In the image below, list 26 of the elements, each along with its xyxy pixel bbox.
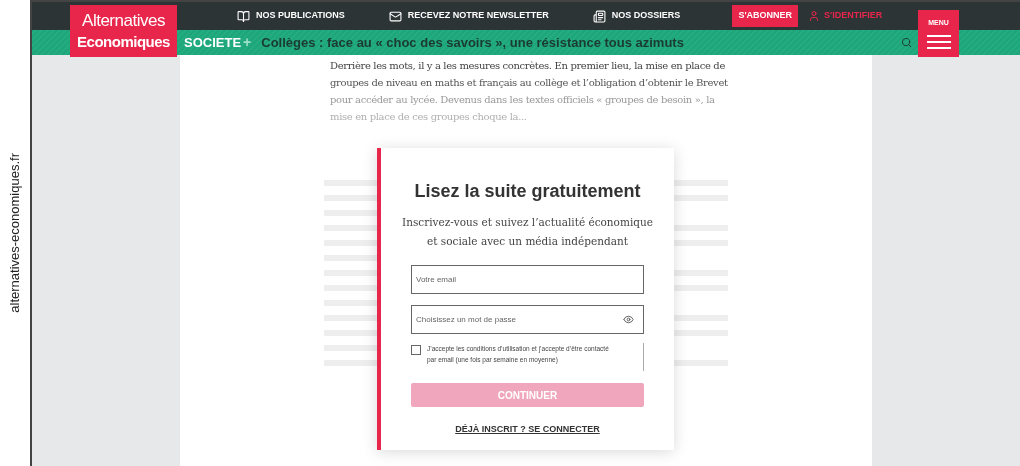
article-text: groupes de niveau en maths et français au collège et l’obligation d’obtenir le Brevet bbox=[330, 76, 729, 90]
search-icon[interactable] bbox=[901, 37, 912, 48]
nav-link[interactable]: NOS PUBLICATIONS bbox=[237, 9, 345, 23]
article-text: pour accéder au lycée. Devenus dans les textes officiels « groupes de besoin », la bbox=[330, 93, 716, 107]
subscribe-button[interactable]: S'ABONNER bbox=[732, 5, 799, 27]
login-link[interactable]: S'IDENTIFIER bbox=[808, 9, 883, 23]
caption: alternatives-economiques.fr bbox=[6, 153, 24, 313]
logo[interactable]: Alternatives Economiques bbox=[70, 5, 177, 57]
nav-link[interactable]: NOS DOSSIERS bbox=[592, 9, 681, 23]
mail-icon bbox=[388, 9, 402, 23]
eye-icon[interactable] bbox=[623, 314, 634, 325]
login-link[interactable]: DÉJÀ INSCRIT ? SE CONNECTER bbox=[455, 423, 600, 437]
book-icon bbox=[237, 9, 250, 23]
card-title: Lisez la suite gratuitement bbox=[414, 180, 641, 203]
card-subtitle: Inscrivez-vous et suivez l’actualité économique et sociale avec un média indépendant bbox=[401, 215, 654, 249]
email-field[interactable]: Votre email bbox=[411, 265, 644, 294]
menu-icon bbox=[926, 34, 951, 49]
consent-checkbox[interactable] bbox=[411, 345, 421, 355]
article-headline: Collèges : face au « choc des savoirs », une résistance tous azimuts bbox=[261, 33, 684, 52]
user-icon bbox=[808, 10, 821, 22]
password-field[interactable]: Choisissez un mot de passe bbox=[411, 305, 644, 334]
article-text: mise en place de ces groupes choque la... bbox=[330, 110, 528, 124]
article-text: Derrière les mots, il y a les mesures concrètes. En premier lieu, la mise en place de bbox=[330, 59, 726, 73]
newspaper-icon bbox=[592, 9, 606, 23]
nav-link[interactable]: RECEVEZ NOTRE NEWSLETTER bbox=[388, 9, 549, 23]
section-label[interactable]: SOCIETE bbox=[184, 32, 242, 53]
